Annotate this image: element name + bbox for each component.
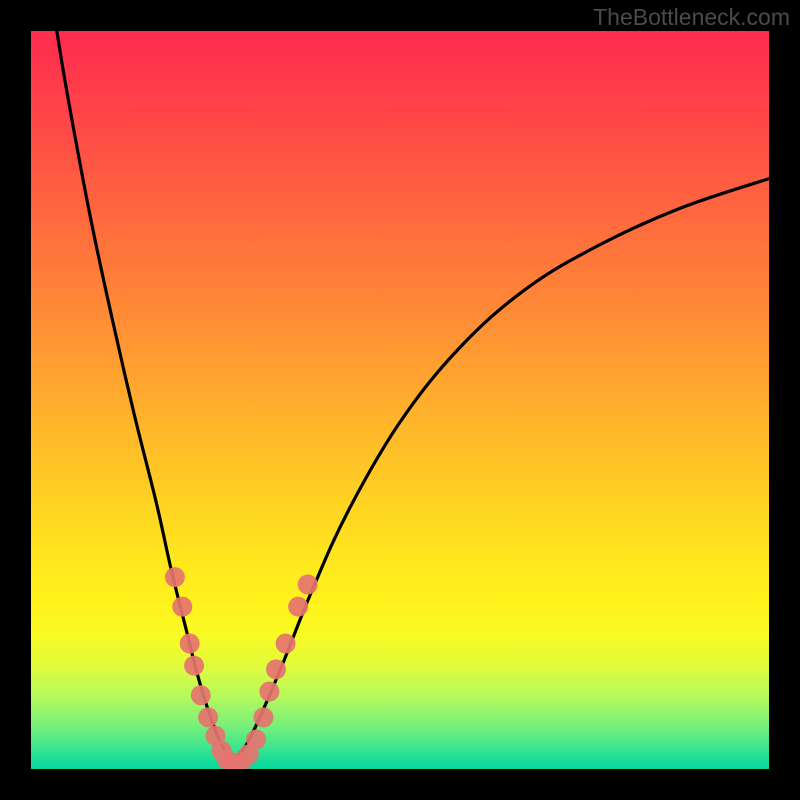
data-dot — [198, 707, 218, 727]
data-dot — [298, 575, 318, 595]
data-dot — [180, 634, 200, 654]
curve-left-branch — [57, 31, 230, 762]
data-dot — [259, 682, 279, 702]
data-dot — [191, 685, 211, 705]
data-dot — [184, 656, 204, 676]
chart-plot-area — [31, 31, 769, 769]
chart-svg — [31, 31, 769, 769]
data-dot — [288, 597, 308, 617]
data-dot — [172, 597, 192, 617]
watermark-text: TheBottleneck.com — [593, 4, 790, 31]
data-dot — [246, 729, 266, 749]
dot-group — [165, 567, 318, 769]
data-dot — [253, 707, 273, 727]
chart-frame: TheBottleneck.com — [0, 0, 800, 800]
data-dot — [276, 634, 296, 654]
curve-right-branch — [230, 179, 769, 762]
data-dot — [266, 659, 286, 679]
data-dot — [165, 567, 185, 587]
